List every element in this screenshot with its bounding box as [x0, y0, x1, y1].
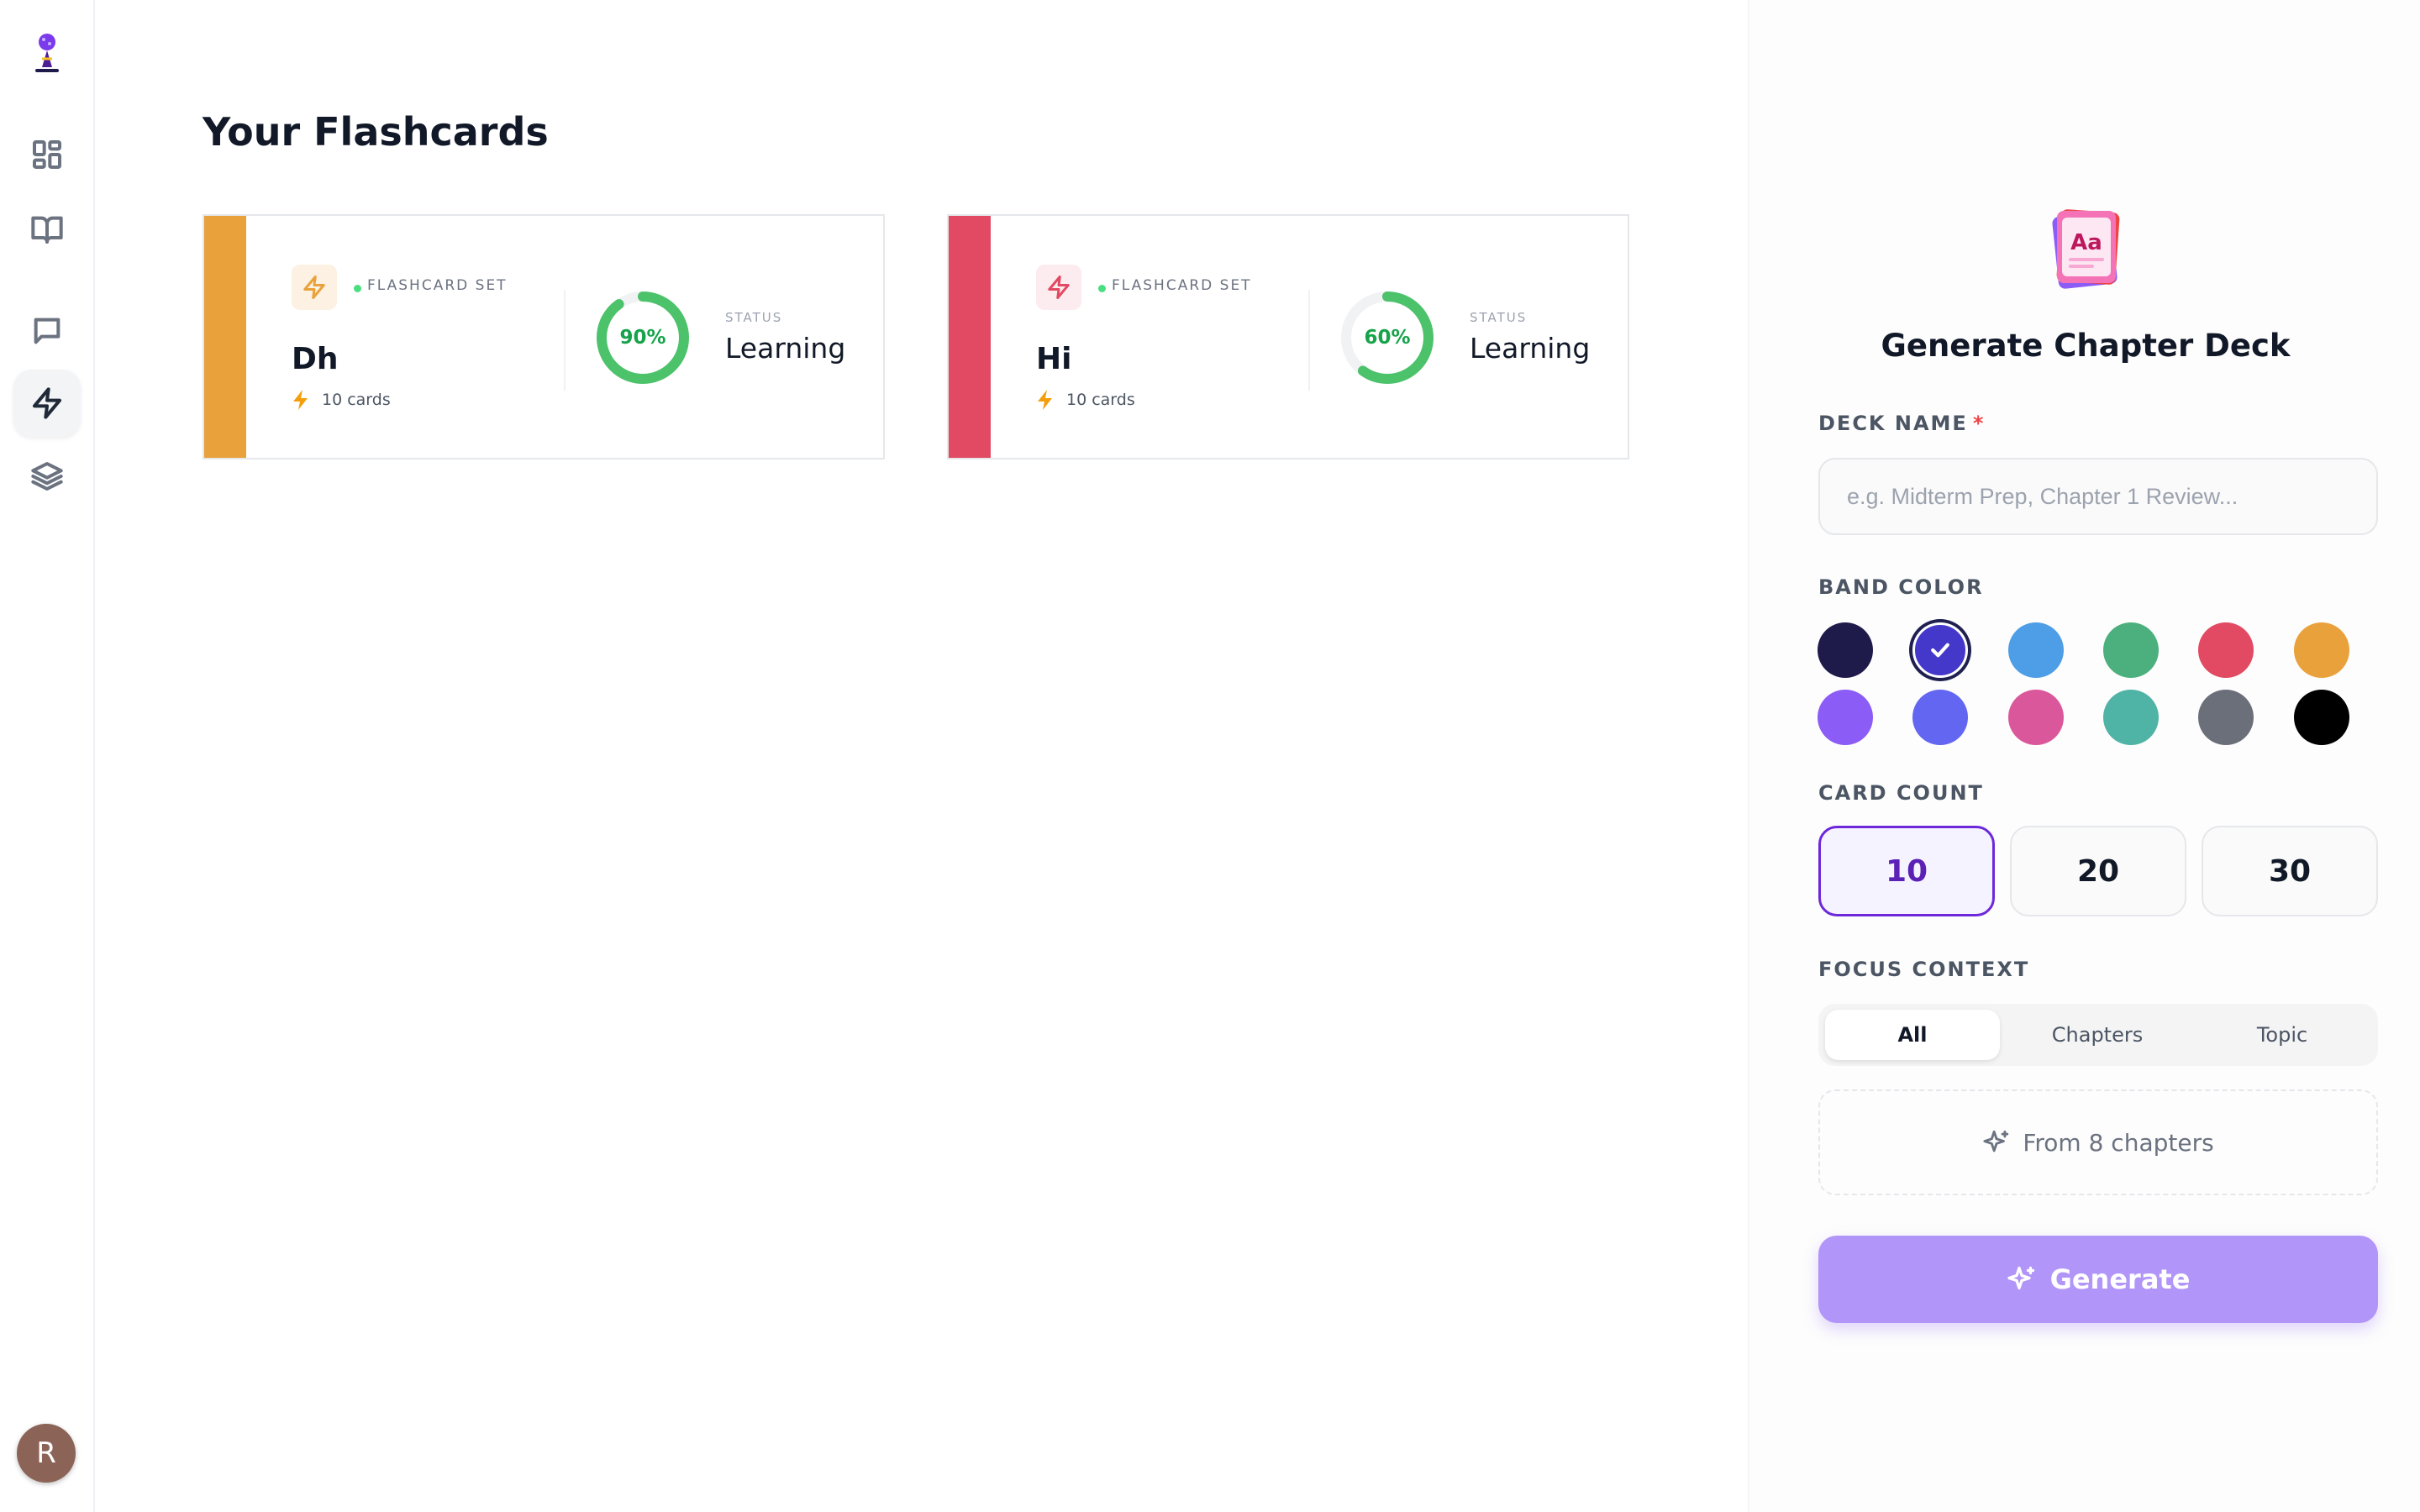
progress-percent: 60% [1364, 327, 1411, 349]
nav-chat[interactable] [13, 297, 81, 365]
required-marker: * [1972, 412, 1986, 435]
status-label: STATUS [1470, 310, 1528, 325]
progress-percent: 90% [619, 327, 666, 349]
app-root: R Your Flashcards FLASHCARD SET Dh 10 ca… [0, 0, 2420, 1512]
focus-option-chapters[interactable]: Chapters [2010, 1010, 2185, 1060]
card-count-option[interactable]: 20 [2010, 826, 2186, 916]
set-icon-badge [1036, 265, 1081, 310]
band-color-swatch[interactable] [2293, 690, 2349, 745]
focus-option-topic[interactable]: Topic [2195, 1010, 2370, 1060]
dashboard-icon [33, 140, 61, 169]
nav-flashcards[interactable] [13, 370, 81, 437]
set-kind-label: FLASHCARD SET [1112, 277, 1252, 294]
check-icon [1931, 643, 1950, 658]
nav-decks[interactable] [13, 443, 81, 510]
status-value: Learning [1470, 332, 1591, 365]
card-color-band [204, 216, 246, 458]
status-label: STATUS [725, 310, 783, 325]
set-name: Hi [1036, 342, 1072, 376]
page-title: Your Flashcards [203, 109, 549, 155]
lightning-icon [33, 387, 61, 419]
rocket-brain-logo-icon[interactable] [30, 30, 64, 76]
band-color-swatch[interactable] [1818, 690, 1873, 745]
focus-context-label: FOCUS CONTEXT [1818, 958, 2030, 981]
sparkles-icon [1983, 1130, 2009, 1152]
lightning-icon [303, 276, 325, 299]
flashcard-set-card[interactable]: FLASHCARD SET Hi 10 cards 60% STATUS Lea… [947, 214, 1629, 459]
lightning-icon [1048, 276, 1070, 299]
deck-name-label-text: DECK NAME [1818, 412, 1968, 435]
nav-dashboard[interactable] [13, 121, 81, 188]
card-divider [1308, 290, 1310, 391]
card-count-label: CARD COUNT [1818, 781, 1984, 805]
card-divider [564, 290, 566, 391]
nav-library[interactable] [13, 196, 81, 263]
set-kind-label: FLASHCARD SET [367, 277, 508, 294]
generate-deck-panel: Aa Generate Chapter Deck DECK NAME* BAND… [1748, 0, 2420, 1512]
chat-icon [34, 318, 60, 344]
sparkles-icon [2007, 1266, 2034, 1290]
band-color-swatch[interactable] [2293, 622, 2349, 678]
layers-icon [31, 462, 63, 491]
status-dot [1098, 285, 1106, 292]
left-nav-rail: R [0, 0, 95, 1512]
set-icon-badge [292, 265, 337, 310]
svg-text:Aa: Aa [2070, 230, 2102, 255]
band-color-swatch[interactable] [2198, 690, 2254, 745]
band-color-swatch[interactable] [2102, 622, 2159, 678]
band-color-swatch[interactable] [2007, 690, 2064, 745]
main-content: Your Flashcards FLASHCARD SET Dh 10 card… [97, 0, 1748, 1512]
band-color-swatch[interactable] [1912, 690, 1969, 745]
generate-button-label: Generate [2049, 1263, 2191, 1295]
deck-name-label: DECK NAME * [1818, 412, 1985, 435]
flashcard-set-card[interactable]: FLASHCARD SET Dh 10 cards 90% STATUS Lea… [203, 214, 885, 459]
source-summary-text: From 8 chapters [2023, 1128, 2214, 1157]
avatar-initial: R [36, 1436, 56, 1470]
band-color-swatch[interactable] [1818, 622, 1873, 678]
status-value: Learning [725, 332, 846, 365]
set-name: Dh [292, 342, 339, 376]
band-color-swatch[interactable] [1912, 622, 1969, 678]
flashcard-deck-illustration-icon: Aa [2052, 209, 2120, 289]
card-color-band [949, 216, 991, 458]
card-count-text: 10 cards [1066, 391, 1135, 409]
band-color-label: BAND COLOR [1818, 575, 1984, 599]
lightning-bolt-icon [293, 390, 308, 410]
band-color-swatch[interactable] [2198, 622, 2254, 678]
user-avatar[interactable]: R [17, 1424, 76, 1483]
generate-button[interactable]: Generate [1818, 1236, 2378, 1323]
band-color-swatch[interactable] [2102, 690, 2159, 745]
deck-name-input[interactable] [1818, 458, 2378, 535]
band-color-swatch[interactable] [2007, 622, 2064, 678]
lightning-bolt-icon [1038, 390, 1052, 410]
card-count-text: 10 cards [322, 391, 391, 409]
book-icon [31, 216, 63, 244]
status-dot [354, 285, 361, 292]
card-count-option[interactable]: 10 [1818, 826, 1995, 916]
card-count-option[interactable]: 30 [2202, 826, 2378, 916]
focus-context-segmented-control: All Chapters Topic [1818, 1004, 2378, 1066]
panel-title: Generate Chapter Deck [1881, 328, 2291, 364]
source-summary-box: From 8 chapters [1818, 1089, 2378, 1195]
focus-option-all[interactable]: All [1825, 1010, 2000, 1060]
